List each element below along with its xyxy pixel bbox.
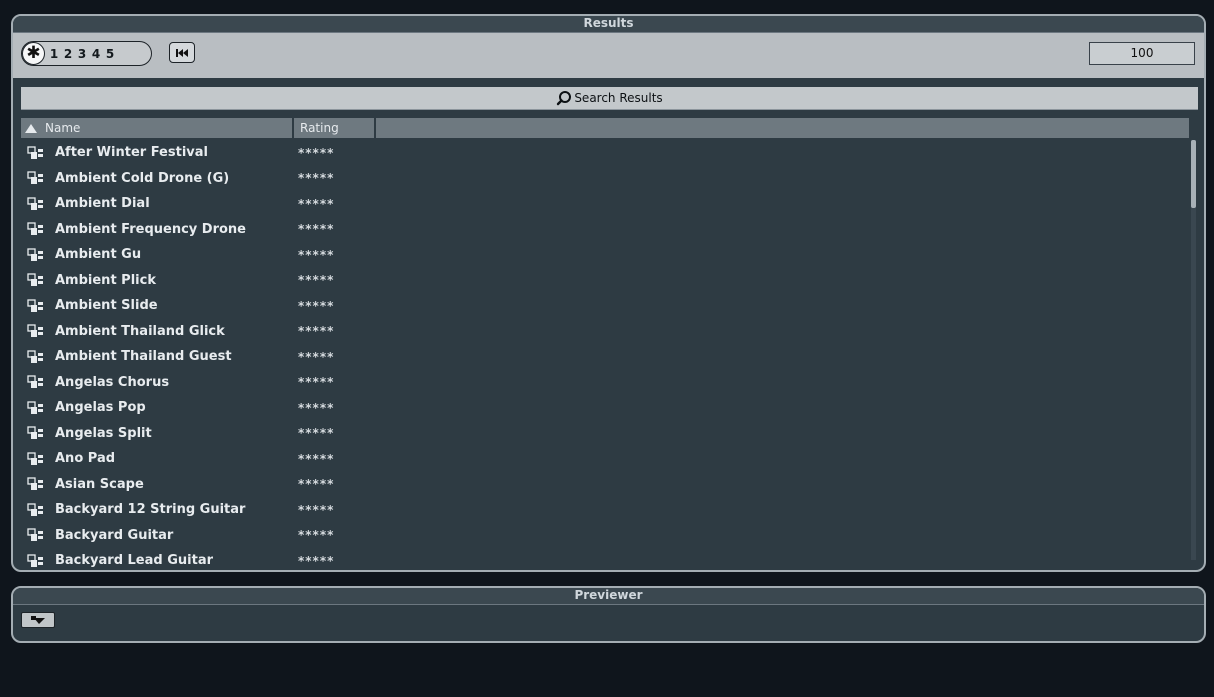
row-rating[interactable]: ***** [298, 146, 334, 160]
preset-icon [27, 554, 45, 568]
results-panel: Results ✱ 1 2 3 4 5 100 Search Results N… [11, 14, 1206, 572]
row-name: Ambient Gu [55, 247, 142, 263]
preset-icon [27, 222, 45, 236]
rating-filter-5[interactable]: 5 [103, 47, 117, 61]
search-results-bar[interactable]: Search Results [21, 87, 1198, 110]
row-rating[interactable]: ***** [298, 248, 334, 262]
preview-mode-icon [31, 616, 45, 624]
table-row[interactable]: After Winter Festival ***** [21, 140, 1181, 166]
column-header-name[interactable]: Name [21, 118, 294, 138]
sort-ascending-icon [25, 123, 37, 133]
table-row[interactable]: Angelas Chorus ***** [21, 370, 1181, 396]
preset-icon [27, 426, 45, 440]
row-rating[interactable]: ***** [298, 171, 334, 185]
table-row[interactable]: Ambient Gu ***** [21, 242, 1181, 268]
table-row[interactable]: Ambient Plick ***** [21, 268, 1181, 294]
results-list: After Winter Festival ***** Ambient Cold D… [21, 140, 1181, 570]
previewer-toolbar [13, 605, 1204, 628]
row-name: Ambient Dial [55, 196, 150, 212]
previewer-panel: Previewer [11, 586, 1206, 643]
results-title: Results [13, 16, 1204, 33]
row-rating[interactable]: ***** [298, 375, 334, 389]
results-scrollbar[interactable] [1191, 140, 1196, 560]
row-name: Angelas Chorus [55, 374, 170, 390]
preset-icon [27, 248, 45, 262]
row-rating[interactable]: ***** [298, 222, 334, 236]
preset-icon [27, 324, 45, 338]
table-row[interactable]: Backyard Lead Guitar ***** [21, 548, 1181, 570]
row-rating[interactable]: ***** [298, 273, 334, 287]
row-rating[interactable]: ***** [298, 452, 334, 466]
row-rating[interactable]: ***** [298, 324, 334, 338]
rating-filter-all[interactable]: ✱ [22, 42, 45, 65]
table-row[interactable]: Ambient Thailand Guest ***** [21, 344, 1181, 370]
results-scrollbar-thumb[interactable] [1191, 140, 1196, 208]
row-name: Ambient Cold Drone (G) [55, 170, 230, 186]
row-name: Angelas Split [55, 425, 152, 441]
row-name: Ambient Frequency Drone [55, 221, 247, 237]
preset-icon [27, 197, 45, 211]
preset-icon [27, 350, 45, 364]
column-header-rating-label: Rating [300, 121, 339, 135]
table-row[interactable]: Angelas Pop ***** [21, 395, 1181, 421]
table-row[interactable]: Backyard Guitar ***** [21, 523, 1181, 549]
table-row[interactable]: Asian Scape ***** [21, 472, 1181, 498]
row-name: Ambient Plick [55, 272, 156, 288]
row-rating[interactable]: ***** [298, 350, 334, 364]
row-name: Angelas Pop [55, 400, 146, 416]
row-name: Ambient Thailand Glick [55, 323, 225, 339]
row-rating[interactable]: ***** [298, 503, 334, 517]
row-name: Ambient Thailand Guest [55, 349, 232, 365]
rating-filter: ✱ 1 2 3 4 5 [21, 41, 152, 66]
table-row[interactable]: Ambient Dial ***** [21, 191, 1181, 217]
column-header-name-label: Name [45, 121, 81, 135]
preset-icon [27, 528, 45, 542]
preset-icon [27, 171, 45, 185]
row-name: After Winter Festival [55, 145, 208, 161]
row-name: Backyard 12 String Guitar [55, 502, 246, 518]
row-rating[interactable]: ***** [298, 197, 334, 211]
row-rating[interactable]: ***** [298, 426, 334, 440]
results-toolbar: ✱ 1 2 3 4 5 100 [13, 33, 1204, 78]
rating-filter-1[interactable]: 1 [47, 47, 61, 61]
rating-filter-2[interactable]: 2 [61, 47, 75, 61]
rewind-button[interactable] [169, 42, 195, 63]
preset-icon [27, 273, 45, 287]
row-rating[interactable]: ***** [298, 401, 334, 415]
magnifier-icon [557, 91, 572, 106]
rating-filter-3[interactable]: 3 [75, 47, 89, 61]
row-name: Backyard Lead Guitar [55, 553, 214, 569]
column-header: Name Rating [21, 118, 1189, 138]
table-row[interactable]: Ambient Frequency Drone ***** [21, 217, 1181, 243]
row-rating[interactable]: ***** [298, 528, 334, 542]
preview-mode-button[interactable] [21, 612, 55, 628]
table-row[interactable]: Ambient Cold Drone (G) ***** [21, 166, 1181, 192]
rating-filter-4[interactable]: 4 [89, 47, 103, 61]
rewind-to-start-icon [176, 48, 188, 57]
preset-icon [27, 375, 45, 389]
search-results-label: Search Results [574, 91, 663, 105]
preset-icon [27, 477, 45, 491]
preset-icon [27, 503, 45, 517]
table-row[interactable]: Backyard 12 String Guitar ***** [21, 497, 1181, 523]
table-row[interactable]: Ano Pad ***** [21, 446, 1181, 472]
row-name: Backyard Guitar [55, 527, 174, 543]
row-name: Ano Pad [55, 451, 116, 467]
table-row[interactable]: Ambient Thailand Glick ***** [21, 319, 1181, 345]
row-rating[interactable]: ***** [298, 299, 334, 313]
preset-icon [27, 299, 45, 313]
preset-icon [27, 401, 45, 415]
table-row[interactable]: Angelas Split ***** [21, 421, 1181, 447]
row-rating[interactable]: ***** [298, 477, 334, 491]
table-row[interactable]: Ambient Slide ***** [21, 293, 1181, 319]
column-header-rating[interactable]: Rating [294, 118, 376, 138]
row-name: Asian Scape [55, 476, 144, 492]
preset-icon [27, 452, 45, 466]
preset-icon [27, 146, 45, 160]
row-rating[interactable]: ***** [298, 554, 334, 568]
results-count-field[interactable]: 100 [1089, 42, 1195, 65]
previewer-title: Previewer [13, 588, 1204, 605]
row-name: Ambient Slide [55, 298, 158, 314]
